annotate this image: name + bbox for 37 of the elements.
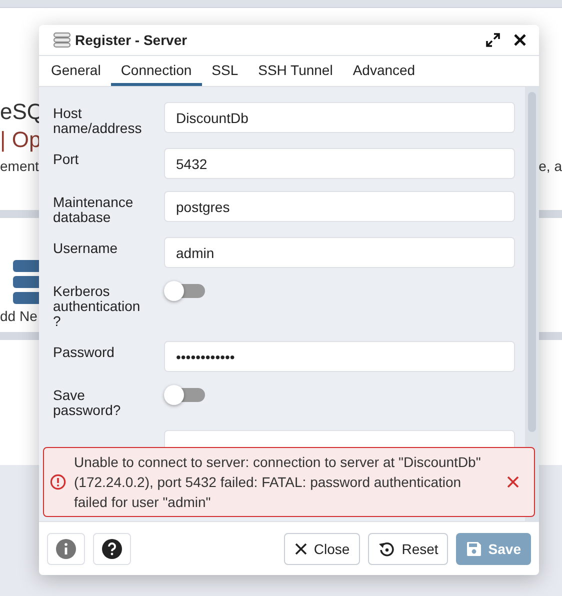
save-icon: [466, 540, 482, 556]
dialog-title: Register - Server: [75, 32, 188, 48]
field-label: Maintenance database: [53, 193, 134, 225]
tab[interactable]: SSH Tunnel: [248, 56, 343, 86]
reset-icon: [378, 540, 396, 558]
close-icon: [294, 542, 308, 556]
field-label: Save password?: [53, 386, 122, 418]
close-icon[interactable]: [511, 33, 529, 47]
description-text: e, a: [538, 158, 562, 174]
scrollbar-thumb[interactable]: [528, 92, 536, 432]
toggle-switch[interactable]: [167, 388, 205, 402]
info-button[interactable]: [47, 532, 85, 564]
maximize-icon[interactable]: [485, 32, 501, 48]
add-server-link[interactable]: dd Ne: [0, 308, 38, 324]
input-field[interactable]: postgres: [164, 191, 515, 222]
description-text: ement: [0, 158, 39, 174]
close-button[interactable]: Close: [284, 532, 360, 564]
field-label: Password: [53, 343, 116, 360]
input-field[interactable]: 5432: [164, 148, 515, 179]
tab[interactable]: General: [41, 56, 111, 86]
tab[interactable]: SSL: [202, 56, 248, 86]
help-icon: [102, 538, 122, 558]
field-label: Kerberos authentication?: [53, 282, 142, 329]
help-button[interactable]: [93, 532, 131, 564]
server-icon: [53, 32, 71, 48]
input-field[interactable]: ••••••••••••: [164, 341, 515, 372]
field-label: Username: [53, 239, 119, 256]
field-label: Host name/address: [53, 104, 143, 136]
info-icon: [56, 538, 76, 558]
error-icon: [50, 474, 66, 490]
reset-button[interactable]: Reset: [368, 532, 448, 564]
field-label: Port: [53, 150, 80, 167]
error-message: Unable to connect to server: connection to server at "DiscountDb" (172.24.0.2), port 5432 failed: FATAL: password authentication failed for user "admin": [74, 453, 482, 512]
input-field[interactable]: admin: [164, 237, 515, 268]
input-field[interactable]: DiscountDb: [164, 102, 515, 133]
tab[interactable]: Advanced: [342, 56, 426, 86]
toggle-switch[interactable]: [167, 284, 205, 298]
